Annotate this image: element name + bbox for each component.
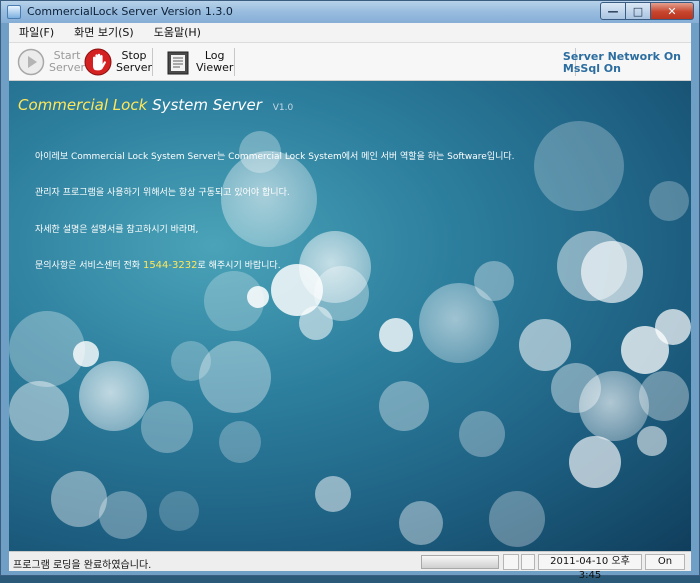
app-icon: [7, 5, 21, 19]
log-document-icon: [167, 51, 189, 75]
start-label-line2: Server: [49, 61, 86, 74]
server-status-panel: Server Network On MsSql On: [563, 51, 681, 75]
play-icon: [17, 48, 45, 76]
stop-label-line2: Server: [116, 61, 153, 74]
toolbar: Start Server Stop Server Log Viewer Serv…: [9, 43, 691, 81]
log-label-line2: Viewer: [196, 61, 234, 74]
status-cell: [503, 554, 519, 570]
close-button[interactable]: ✕: [651, 2, 694, 20]
minimize-button[interactable]: —: [600, 2, 626, 20]
close-icon: ✕: [667, 4, 677, 18]
description-line: 관리자 프로그램을 사용하기 위해서는 항상 구동되고 있어야 합니다.: [35, 188, 290, 198]
contact-phone: 1544-3232: [142, 260, 198, 271]
main-content: Commercial Lock System Server V1.0 아이레보 …: [9, 81, 691, 551]
product-title: Commercial Lock System Server V1.0: [18, 96, 293, 114]
status-datetime: 2011-04-10 오후 3:45: [538, 554, 642, 581]
log-viewer-button[interactable]: Log Viewer: [164, 46, 233, 78]
start-server-button[interactable]: Start Server: [17, 46, 85, 78]
status-cell: [521, 554, 535, 570]
status-message: 프로그램 로딩을 완료하였습니다.: [13, 560, 152, 571]
status-state: On: [645, 554, 685, 570]
toolbar-separator: [234, 48, 235, 76]
stop-hand-icon: [84, 48, 112, 76]
maximize-button[interactable]: □: [626, 2, 651, 20]
contact-line: 문의사항은 서비스센터 전화 1544-3232로 해주시기 바랍니다.: [35, 258, 281, 271]
window-title: CommercialLock Server Version 1.3.0: [27, 5, 233, 18]
window-controls: — □ ✕: [600, 2, 694, 20]
toolbar-separator: [152, 48, 153, 76]
contact-prefix: 문의사항은 서비스센터 전화: [35, 261, 143, 271]
stop-server-button[interactable]: Stop Server: [84, 46, 152, 78]
minimize-icon: —: [607, 4, 619, 18]
maximize-icon: □: [632, 4, 644, 18]
description-line: 아이레보 Commercial Lock System Server는 Comm…: [35, 152, 515, 162]
menu-file[interactable]: 파일(F): [9, 23, 64, 43]
app-window: CommercialLock Server Version 1.3.0 — □ …: [0, 0, 700, 581]
version-label: V1.0: [272, 103, 294, 113]
progress-bar: [421, 555, 499, 569]
brand-name-rest: System Server: [152, 96, 262, 114]
menu-bar: 파일(F) 화면 보기(S) 도움말(H): [9, 23, 691, 43]
status-bar: 프로그램 로딩을 완료하였습니다. 2011-04-10 오후 3:45 On: [9, 551, 691, 581]
database-status: MsSql On: [562, 62, 621, 75]
brand-name-highlight: Commercial Lock: [18, 96, 148, 114]
menu-help[interactable]: 도움말(H): [144, 23, 211, 43]
description-line: 자세한 설명은 설명서를 참고하시기 바라며,: [35, 225, 199, 235]
contact-suffix: 로 해주시기 바랍니다.: [197, 261, 281, 271]
title-bar[interactable]: CommercialLock Server Version 1.3.0 — □ …: [1, 1, 699, 23]
menu-view[interactable]: 화면 보기(S): [64, 23, 144, 43]
